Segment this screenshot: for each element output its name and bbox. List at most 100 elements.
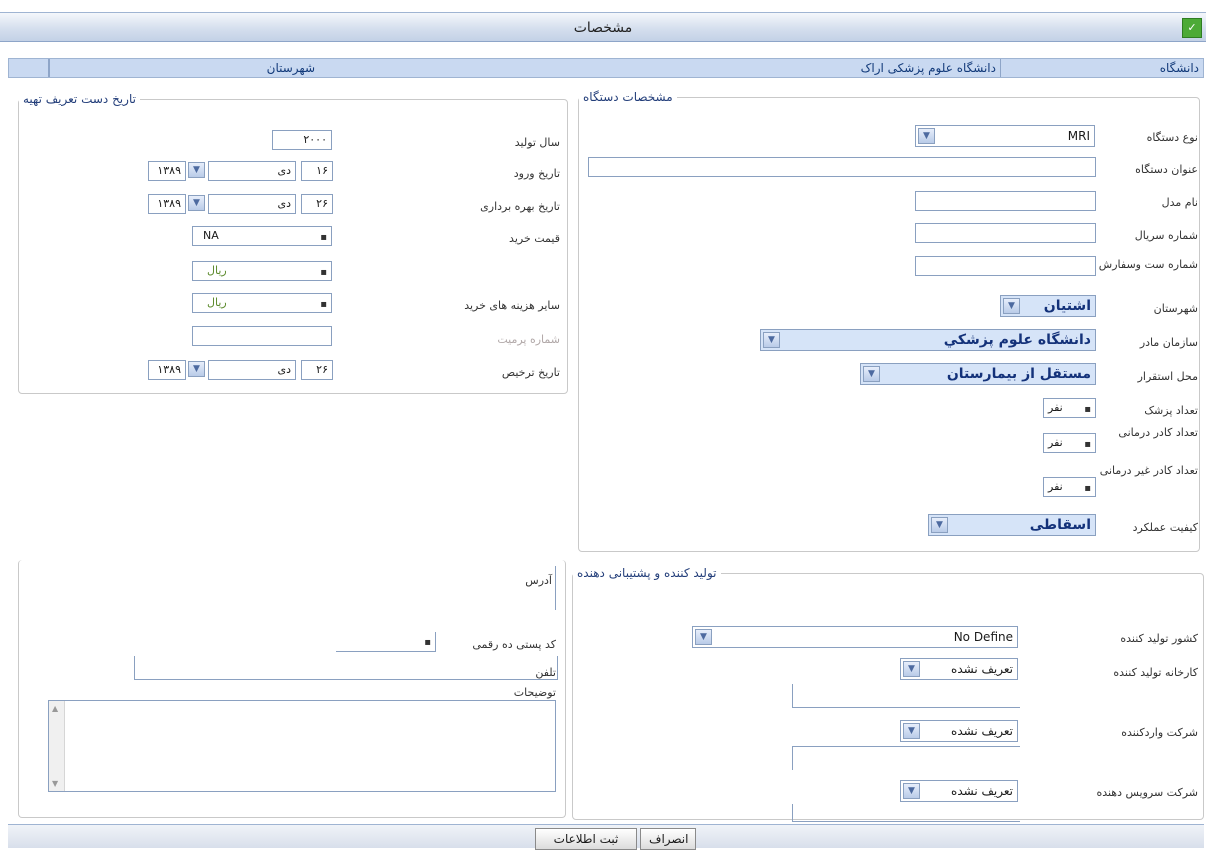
parent-org-label: سازمان مادر	[1139, 336, 1198, 349]
parent-org-select[interactable]: دانشگاه علوم پزشکي ▼	[760, 329, 1096, 351]
price-label: قیمت خرید	[509, 232, 560, 245]
postal-code-label: کد پستی ده رقمی	[472, 638, 556, 651]
chevron-down-icon[interactable]: ▼	[695, 629, 712, 645]
address-input[interactable]	[555, 566, 559, 610]
chevron-down-icon[interactable]: ▼	[903, 783, 920, 799]
maker-country-label: کشور تولید کننده	[1120, 632, 1198, 645]
condition-label: کیفیت عملکرد	[1132, 521, 1198, 534]
license-date-day[interactable]: ۲۶	[301, 360, 333, 380]
device-title-label: عنوان دستگاه	[1135, 163, 1198, 176]
nonmedical-staff-label: تعداد کادر غیر درمانی	[1099, 464, 1198, 477]
device-title-input[interactable]	[588, 157, 1096, 177]
year-made-label: سال تولید	[514, 136, 560, 149]
device-type-select[interactable]: MRI ▼	[915, 125, 1095, 147]
service-company-label: شرکت سرویس دهنده	[1096, 786, 1198, 799]
stepper-arrow-icon[interactable]: ▪	[320, 229, 327, 247]
university-label: دانشگاه	[1159, 61, 1199, 75]
importer-label: شرکت واردکننده	[1121, 726, 1198, 739]
price-secondary-input[interactable]: ریال ▪	[192, 261, 332, 281]
year-made-input[interactable]: ۲۰۰۰	[272, 130, 332, 150]
city-value[interactable]	[9, 59, 49, 77]
operation-date-day[interactable]: ۲۶	[301, 194, 333, 214]
chevron-down-icon[interactable]: ▼	[918, 128, 935, 144]
maker-company-select[interactable]: تعریف نشده ▼	[900, 658, 1018, 680]
window-title: مشخصات	[573, 20, 633, 36]
notes-scrollbar[interactable]: ▲ ▼	[49, 701, 65, 791]
chevron-down-icon[interactable]: ▼	[763, 332, 780, 348]
maker-country-select[interactable]: No Define ▼	[692, 626, 1018, 648]
service-company-details-input[interactable]	[792, 804, 1020, 822]
city-select[interactable]: اشتیان ▼	[1000, 295, 1096, 317]
doctor-count-stepper[interactable]: نفر ▪	[1043, 398, 1096, 418]
maintenance-cost-label: سایر هزینه های خرید	[464, 299, 560, 312]
location-select[interactable]: مستقل از بيمارستان ▼	[860, 363, 1096, 385]
operation-date-year[interactable]: ۱۳۸۹	[148, 194, 186, 214]
university-value: دانشگاه علوم پزشکی اراک	[601, 59, 1001, 77]
operation-date-month[interactable]: دی	[208, 194, 296, 214]
scroll-up-icon[interactable]: ▲	[52, 704, 58, 713]
license-number-input[interactable]	[192, 326, 332, 346]
supplier-legend: تولید کننده و پشتیبانی دهنده	[577, 566, 717, 580]
importer-select[interactable]: تعریف نشده ▼	[900, 720, 1018, 742]
chevron-down-icon[interactable]: ▼	[863, 366, 880, 382]
stepper-arrow-icon[interactable]: ▪	[320, 296, 327, 314]
maker-company-label: کارخانه تولید کننده	[1113, 666, 1198, 679]
price-input[interactable]: NA ▪	[192, 226, 332, 246]
order-number-input[interactable]	[915, 256, 1096, 276]
model-name-input[interactable]	[915, 191, 1096, 211]
importer-details-input[interactable]	[792, 746, 1020, 770]
license-date-year[interactable]: ۱۳۸۹	[148, 360, 186, 380]
maker-company-details-input[interactable]	[792, 684, 1020, 708]
medical-staff-label: تعداد کادر درمانی	[1118, 426, 1198, 439]
scroll-down-icon[interactable]: ▼	[52, 779, 58, 788]
purchase-dates-legend: تاریخ دست تعریف تهیه	[23, 92, 136, 106]
entry-date-month[interactable]: دی	[208, 161, 296, 181]
window-app-icon[interactable]: ✓	[1182, 18, 1202, 38]
device-specs-legend: مشخصات دستگاه	[583, 90, 673, 104]
notes-label: توضیحات	[513, 686, 556, 699]
chevron-down-icon[interactable]: ▼	[903, 723, 920, 739]
address-label: آدرس	[525, 574, 552, 587]
maintenance-cost-input[interactable]: ریال ▪	[192, 293, 332, 313]
entry-date-label: تاریخ ورود	[513, 167, 560, 180]
submit-button[interactable]: ثبت اطلاعات	[535, 828, 637, 850]
doctor-count-label: تعداد پزشک	[1144, 404, 1198, 417]
chevron-down-icon[interactable]: ▼	[188, 195, 205, 211]
license-date-label: تاریخ ترخیص	[501, 366, 560, 379]
license-date-picker[interactable]: ۱۳۸۹ ▼ دی ۲۶	[148, 360, 333, 380]
context-info-bar: دانشگاه دانشگاه علوم پزشکی اراک شهرستان	[8, 58, 1204, 78]
phone-input[interactable]	[134, 656, 558, 680]
chevron-down-icon[interactable]: ▼	[931, 517, 948, 533]
service-company-select[interactable]: تعریف نشده ▼	[900, 780, 1018, 802]
stepper-arrow-icon[interactable]: ▪	[1084, 436, 1091, 454]
license-number-label: شماره پرمیت	[497, 333, 560, 346]
chevron-down-icon[interactable]: ▼	[1003, 298, 1020, 314]
chevron-down-icon[interactable]: ▼	[188, 162, 205, 178]
location-label: محل استقرار	[1137, 370, 1198, 383]
condition-select[interactable]: اسقاطی ▼	[928, 514, 1096, 536]
operation-date-picker[interactable]: ۱۳۸۹ ▼ دی ۲۶	[148, 194, 333, 214]
notes-textarea[interactable]: ▲ ▼	[48, 700, 556, 792]
entry-date-picker[interactable]: ۱۳۸۹ ▼ دی ۱۶	[148, 161, 333, 181]
model-name-label: نام مدل	[1161, 196, 1198, 209]
stepper-arrow-icon[interactable]: ▪	[424, 634, 431, 652]
window-title-bar: مشخصات	[0, 12, 1206, 42]
serial-number-input[interactable]	[915, 223, 1096, 243]
stepper-arrow-icon[interactable]: ▪	[1084, 480, 1091, 498]
device-type-label: نوع دستگاه	[1146, 131, 1198, 144]
chevron-down-icon[interactable]: ▼	[903, 661, 920, 677]
chevron-down-icon[interactable]: ▼	[188, 361, 205, 377]
medical-staff-stepper[interactable]: نفر ▪	[1043, 433, 1096, 453]
serial-number-label: شماره سریال	[1134, 229, 1198, 242]
stepper-arrow-icon[interactable]: ▪	[320, 264, 327, 282]
cancel-button[interactable]: انصراف	[640, 828, 696, 850]
license-date-month[interactable]: دی	[208, 360, 296, 380]
stepper-arrow-icon[interactable]: ▪	[1084, 401, 1091, 419]
city-field-label: شهرستان	[1153, 302, 1198, 315]
nonmedical-staff-stepper[interactable]: نفر ▪	[1043, 477, 1096, 497]
city-label: شهرستان	[49, 59, 319, 77]
entry-date-day[interactable]: ۱۶	[301, 161, 333, 181]
postal-code-input[interactable]: ▪	[336, 632, 436, 652]
order-number-label: شماره ست وسفارش	[1098, 258, 1198, 271]
entry-date-year[interactable]: ۱۳۸۹	[148, 161, 186, 181]
